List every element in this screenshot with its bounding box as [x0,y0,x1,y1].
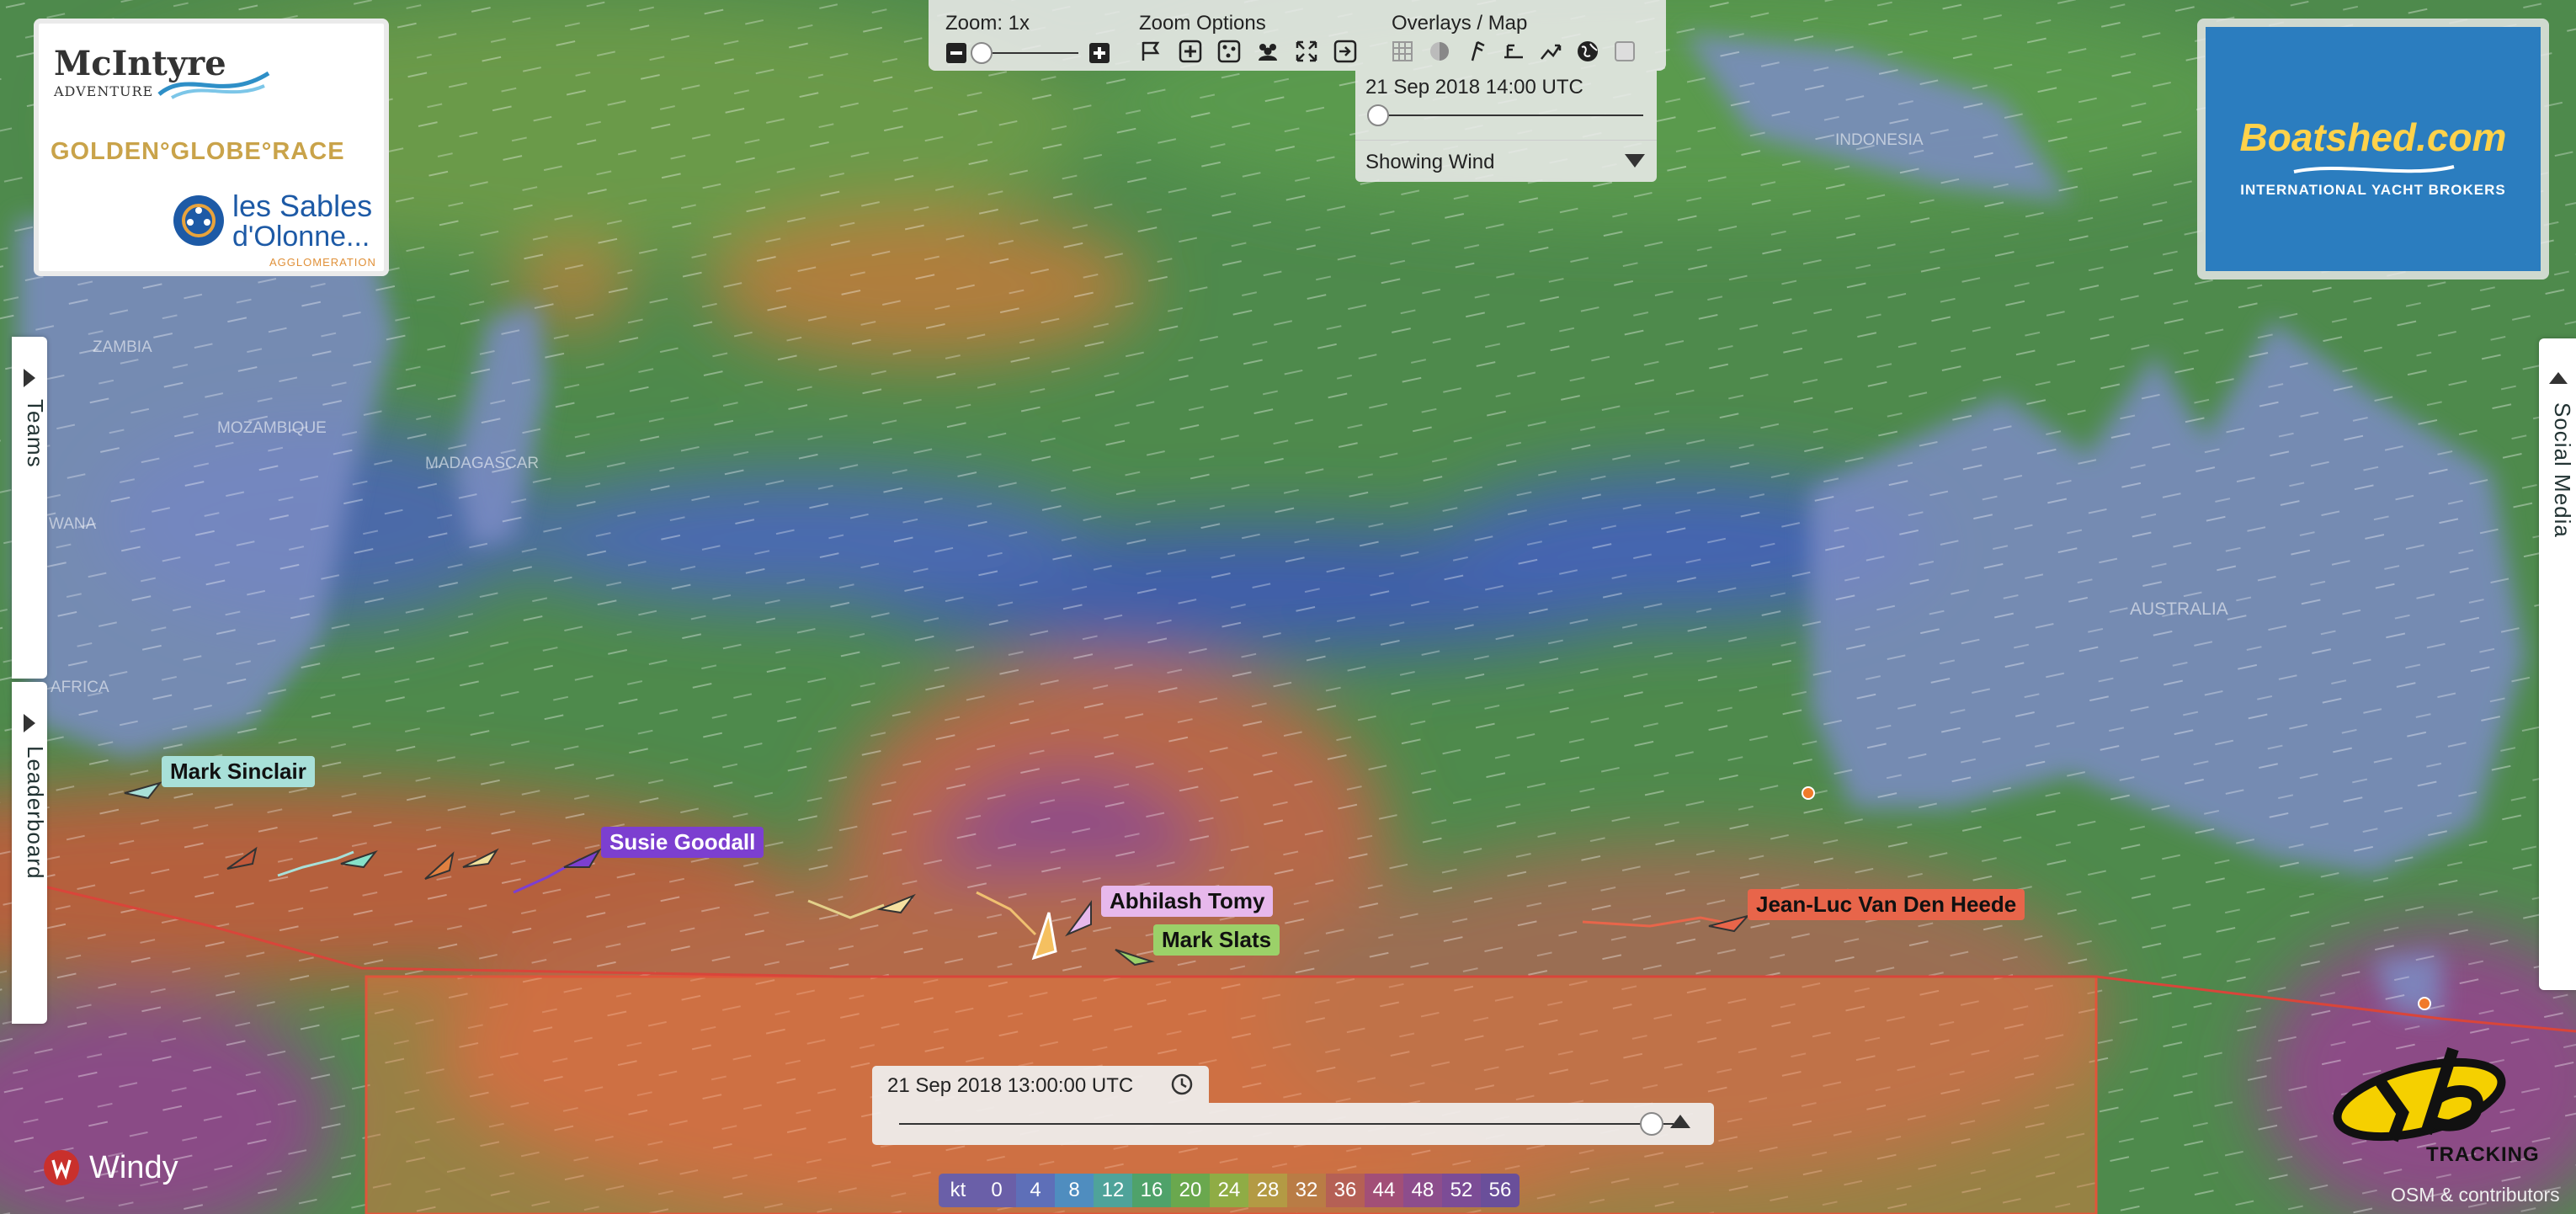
boat-label-jean-luc-van-den-heede[interactable]: Jean-Luc Van Den Heede [1748,889,2025,920]
zoom-group-icon[interactable] [1215,37,1243,66]
zoom-fit-icon[interactable] [1292,37,1321,66]
time-slider-handle[interactable] [1367,104,1389,126]
expand-arrow-icon [24,369,35,387]
wind-barb-icon[interactable] [1462,37,1491,66]
wind-scale-value: 20 [1171,1174,1210,1207]
wind-scale-unit: kt [939,1174,977,1207]
sponsor-logo-panel: McIntyre ADVENTURE GOLDEN°GLOBE°RACE les… [34,19,389,276]
leaderboard-tab-label: Leaderboard [23,746,48,880]
map-label-africa: AFRICA [51,679,109,696]
social-media-tab-label: Social Media [2550,402,2575,538]
teams-tab-label: Teams [23,399,48,468]
zoom-slider[interactable] [971,42,1078,64]
day-night-overlay-icon[interactable] [1425,37,1454,66]
map-style-icon[interactable] [1610,37,1639,66]
layer-select[interactable]: Showing Wind [1355,140,1657,183]
expand-arrow-icon [24,714,35,732]
overlays-map-label: Overlays / Map [1392,12,1528,35]
time-slider[interactable] [1367,104,1643,126]
expand-up-icon[interactable] [1670,1115,1690,1128]
leaderboard-tab[interactable]: Leaderboard [12,682,48,1024]
grid-overlay-icon[interactable] [1388,37,1417,66]
sables-text-2: d'Olonne... [232,221,370,253]
boatshed-logo-panel: Boatshed.com INTERNATIONAL YACHT BROKERS [2197,19,2549,280]
windy-logo-text: Windy [89,1150,178,1185]
zoom-teams-icon[interactable] [1253,37,1282,66]
les-sables-logo: les Sables d'Olonne... AGGLOMERATION [172,189,376,269]
layer-select-value: Showing Wind [1365,151,1495,173]
wind-scale-value: 52 [1442,1174,1481,1207]
map-label-zambia: ZAMBIA [93,338,152,356]
playback-time-label: 21 Sep 2018 13:00:00 UTC [887,1074,1134,1097]
zoom-slider-handle[interactable] [971,42,993,64]
teams-tab[interactable]: Teams [12,337,48,679]
boat-label-mark-sinclair[interactable]: Mark Sinclair [162,756,315,787]
map-label-botswana: WANA [49,515,97,533]
boat-label-mark-slats[interactable]: Mark Slats [1153,924,1280,956]
zoom-label: Zoom: 1x [945,12,1030,35]
clock-icon[interactable] [1170,1073,1194,1096]
wind-scale-value: 32 [1287,1174,1326,1207]
boatshed-logo-text: Boatshed.com [2239,115,2507,159]
map-label-indonesia: INDONESIA [1835,131,1924,149]
current-time-label: 21 Sep 2018 14:00 UTC [1365,76,1583,99]
wind-scale-value: 8 [1055,1174,1094,1207]
sables-emblem-icon [173,195,224,246]
boatshed-logo-subtext: INTERNATIONAL YACHT BROKERS [2240,182,2506,198]
sables-text-1: les Sables [232,189,373,223]
yb-logo-icon [2333,1046,2506,1142]
windy-icon [44,1150,79,1185]
wind-scale-value: 36 [1326,1174,1365,1207]
golden-globe-race-logo: GOLDEN°GLOBE°RACE [51,138,345,165]
wind-scale-value: 12 [1094,1174,1132,1207]
map-attribution[interactable]: OSM & contributors [2391,1184,2560,1206]
zoom-fleet-flags-icon[interactable] [1137,37,1166,66]
boatshed-logo: Boatshed.com INTERNATIONAL YACHT BROKERS [2206,27,2541,271]
wind-speed-icon[interactable] [1499,37,1528,66]
wind-scale-value: 4 [1016,1174,1055,1207]
wind-scale-value: 48 [1403,1174,1442,1207]
expand-arrow-icon [2549,372,2568,384]
yb-tracking-text: TRACKING [2426,1143,2540,1166]
wind-speed-legend: kt 0 4 8 12 16 20 24 28 32 36 44 48 52 56 [939,1174,1520,1207]
yb-tracking-logo[interactable]: TRACKING [2327,1041,2539,1167]
zoom-add-icon[interactable] [1176,37,1205,66]
time-layer-panel: 21 Sep 2018 14:00 UTC Showing Wind [1355,71,1657,182]
wind-scale-value: 44 [1365,1174,1403,1207]
route-overlay-icon[interactable] [1536,37,1565,66]
zoom-in-button[interactable] [1085,39,1114,67]
wind-scale-value: 56 [1481,1174,1520,1207]
map-label-australia: AUSTRALIA [2130,599,2228,619]
playback-slider-handle[interactable] [1640,1112,1664,1136]
zoom-exit-icon[interactable] [1331,37,1360,66]
boat-label-abhilash-tomy[interactable]: Abhilash Tomy [1101,886,1274,917]
zoom-options-label: Zoom Options [1139,12,1266,35]
sables-text-3: AGGLOMERATION [269,256,376,269]
map-label-madagascar: MADAGASCAR [425,455,540,472]
playback-bar [872,1103,1714,1145]
map-controls-panel: Zoom: 1x Zoom Options Overlays / Map [929,0,1666,71]
wind-scale-value: 16 [1132,1174,1171,1207]
social-media-tab[interactable]: Social Media [2539,338,2576,990]
wind-scale-value: 28 [1248,1174,1287,1207]
boat-label-susie-goodall[interactable]: Susie Goodall [601,827,764,858]
wind-scale-value: 0 [977,1174,1016,1207]
playback-slider[interactable] [899,1112,1674,1136]
playback-time-label-box: 21 Sep 2018 13:00:00 UTC [872,1066,1209,1103]
chevron-down-icon [1625,154,1645,168]
map-label-mozambique: MOZAMBIQUE [217,419,327,437]
wave-icon [157,71,270,99]
boatshed-wave-icon [2293,165,2455,173]
wind-scale-value: 24 [1210,1174,1248,1207]
mcintyre-logo: McIntyre ADVENTURE [54,44,270,99]
globe-icon[interactable] [1573,37,1602,66]
zoom-out-button[interactable] [942,39,971,67]
